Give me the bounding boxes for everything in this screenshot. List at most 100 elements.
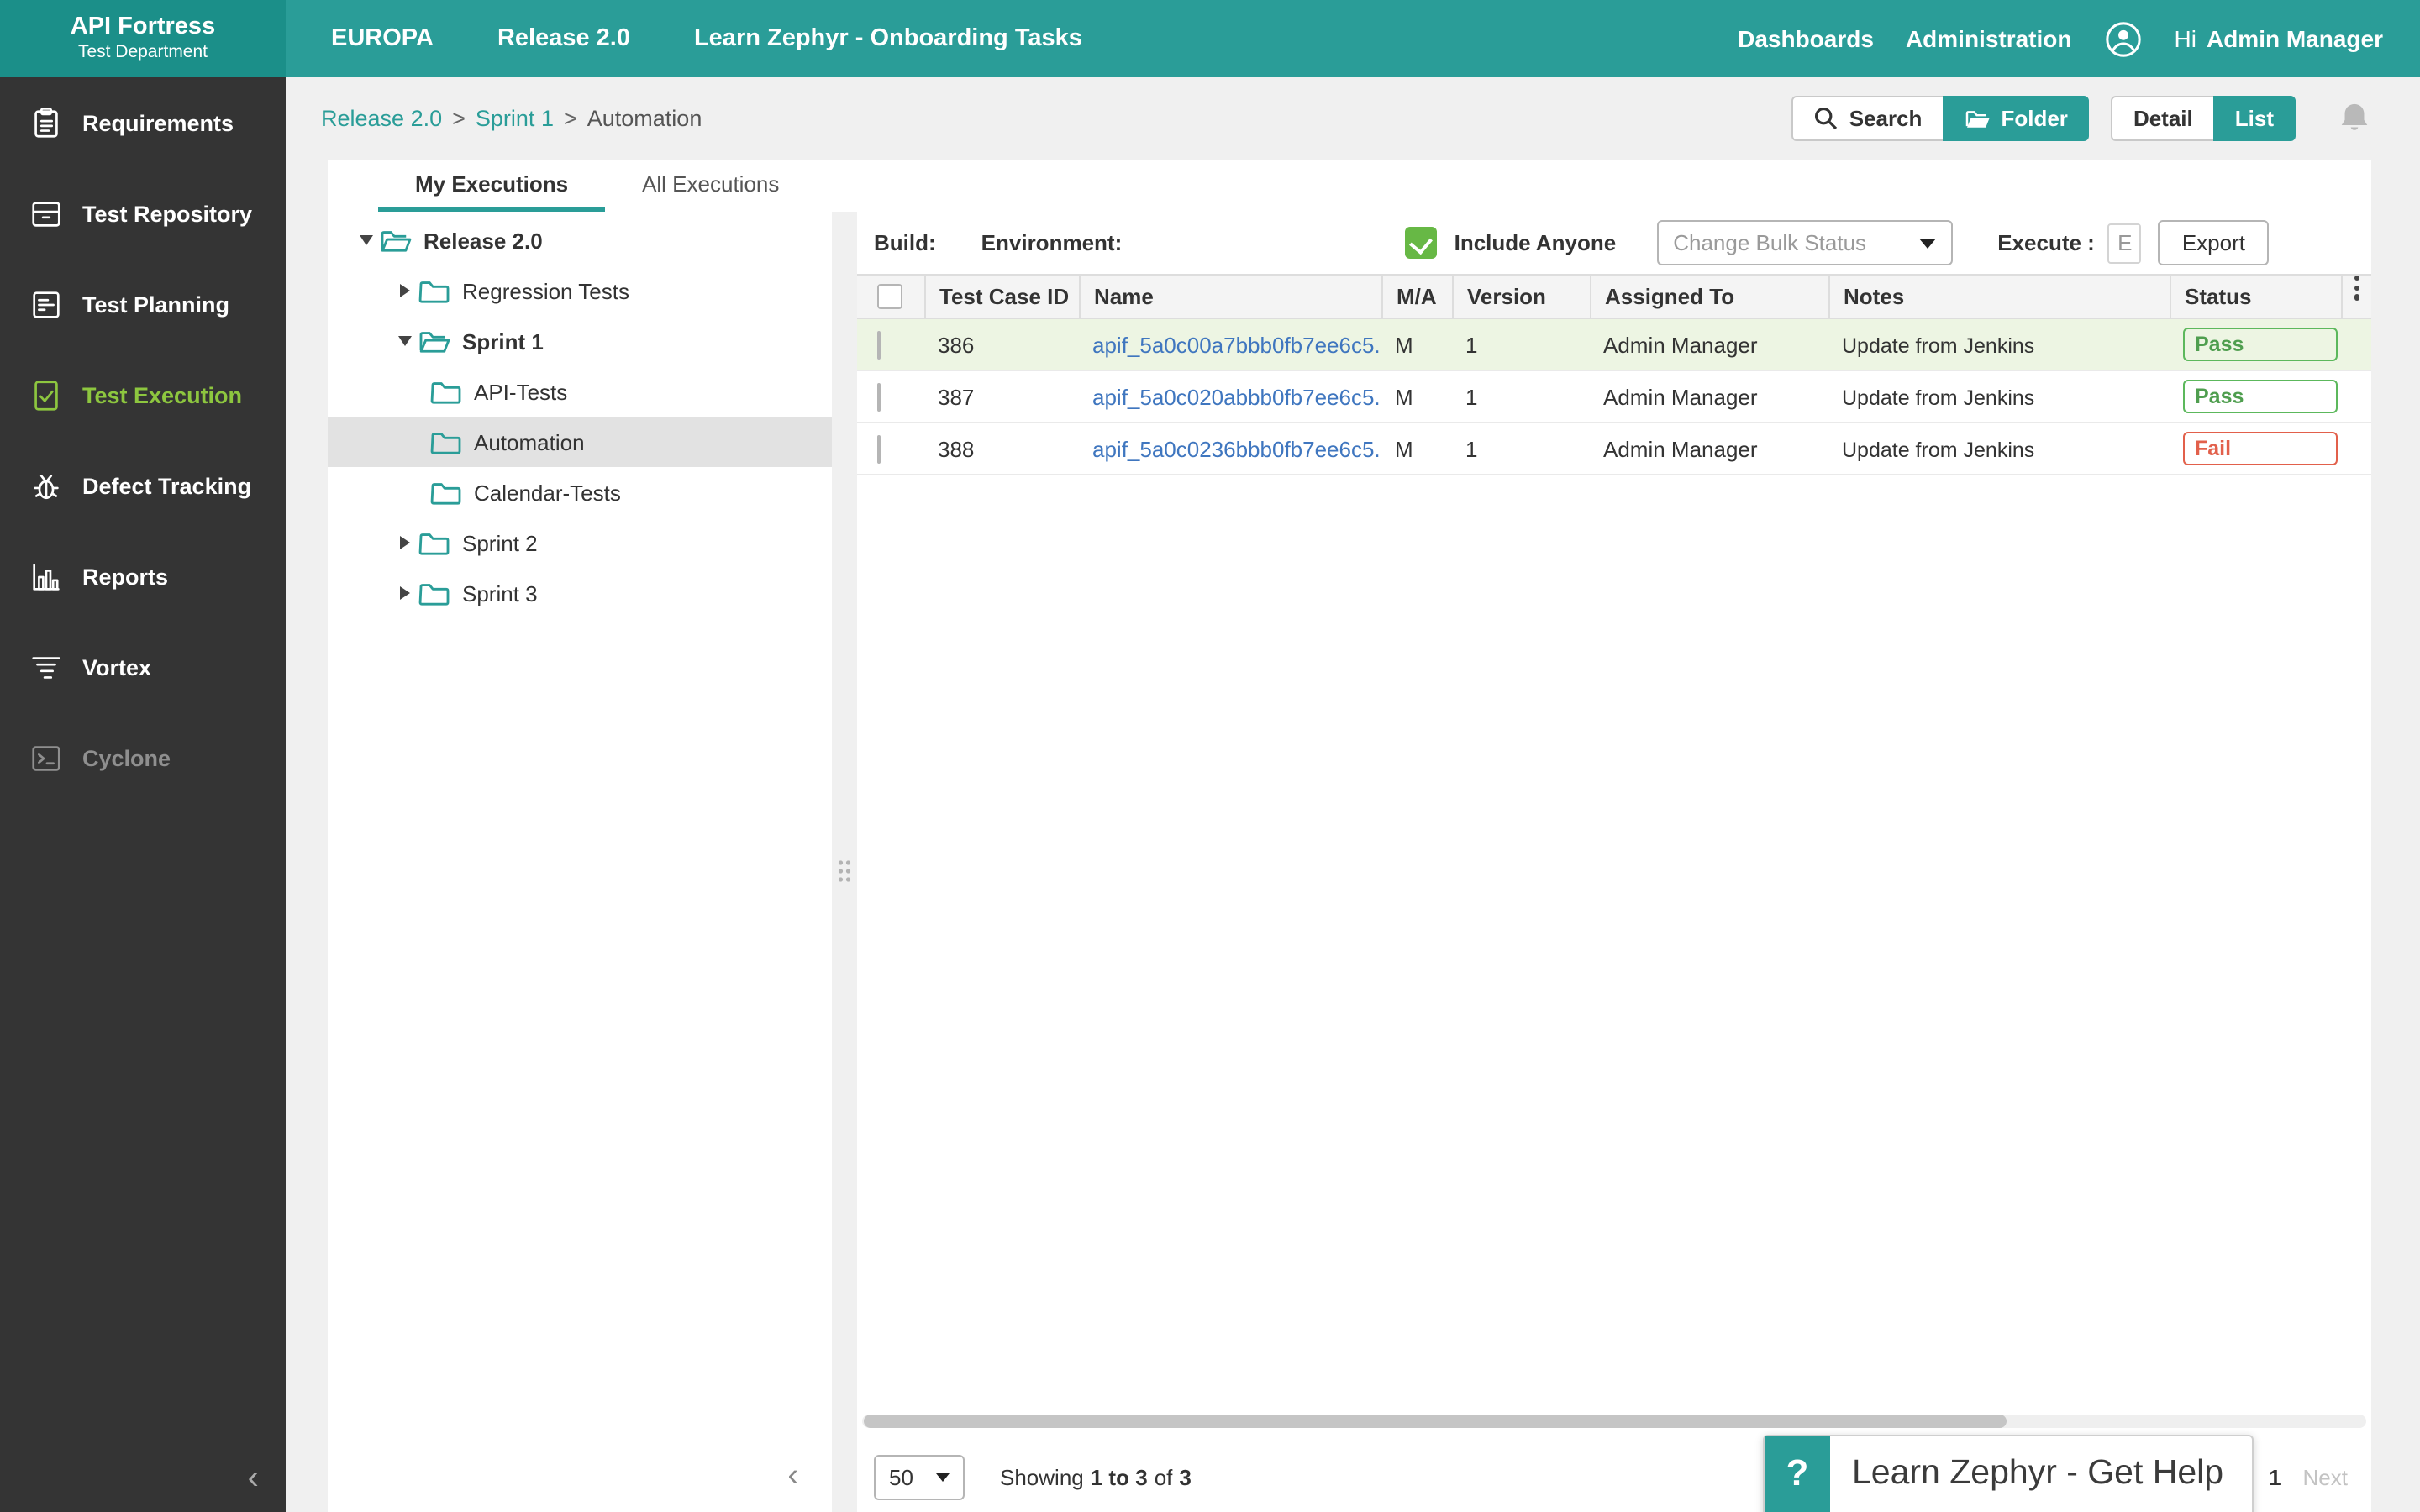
bar-chart-icon [29, 559, 64, 594]
row-checkbox[interactable] [877, 382, 881, 411]
column-header-notes[interactable]: Notes [1828, 276, 2170, 318]
assigned-to-value: Admin Manager [1590, 332, 1828, 357]
change-bulk-status-select[interactable]: Change Bulk Status [1656, 220, 1952, 265]
folder-icon [418, 529, 450, 556]
ma-value: M [1381, 436, 1452, 461]
administration-link[interactable]: Administration [1906, 25, 2072, 52]
select-all-checkbox[interactable] [877, 284, 902, 309]
assigned-to-value: Admin Manager [1590, 384, 1828, 409]
sidebar-item-test-planning[interactable]: Test Planning [0, 259, 286, 349]
execute-input[interactable]: E [2108, 223, 2142, 263]
list-view-button[interactable]: List [2213, 96, 2296, 141]
table-row[interactable]: 386 apif_5a0c00a7bbb0fb7ee6c5... M 1 Adm… [857, 319, 2371, 371]
column-header-assigned-to[interactable]: Assigned To [1590, 276, 1828, 318]
get-help-widget[interactable]: ? Learn Zephyr - Get Help [1763, 1435, 2254, 1512]
sidebar-item-test-repository[interactable]: Test Repository [0, 168, 286, 259]
page-size-select[interactable]: 50 [874, 1454, 965, 1499]
user-name: Admin Manager [2207, 25, 2383, 52]
column-header-ma[interactable]: M/A [1381, 276, 1452, 318]
tree-item-label: Sprint 2 [462, 530, 538, 555]
tree-item-sprint-1[interactable]: Sprint 1 [328, 316, 832, 366]
version-value: 1 [1452, 436, 1590, 461]
sidebar-item-label: Test Repository [82, 201, 252, 226]
row-checkbox[interactable] [877, 434, 881, 463]
sidebar-item-requirements[interactable]: Requirements [0, 77, 286, 168]
tree-item-label: Regression Tests [462, 278, 629, 303]
sidebar-item-label: Reports [82, 564, 168, 589]
sidebar-item-cyclone[interactable]: Cyclone [0, 712, 286, 803]
panel-divider [832, 212, 857, 1512]
greeting-text: Hi [2175, 25, 2196, 52]
status-badge[interactable]: Fail [2183, 432, 2338, 465]
tree-item-release-2-0[interactable]: Release 2.0 [328, 215, 832, 265]
sidebar-item-label: Vortex [82, 654, 151, 680]
chevron-right-icon[interactable] [392, 586, 418, 600]
export-button[interactable]: Export [2159, 220, 2269, 265]
chevron-down-icon[interactable] [392, 336, 418, 346]
column-header-version[interactable]: Version [1452, 276, 1590, 318]
sidebar-collapse-chevron-icon[interactable]: ‹ [248, 1462, 259, 1495]
table-row[interactable]: 388 apif_5a0c0236bbb0fb7ee6c5... M 1 Adm… [857, 423, 2371, 475]
user-greeting[interactable]: Hi Admin Manager [2175, 25, 2384, 52]
search-icon [1814, 106, 1839, 131]
sidebar-item-test-execution[interactable]: Test Execution [0, 349, 286, 440]
tab-all-executions[interactable]: All Executions [605, 160, 816, 212]
top-nav-learn-zephyr[interactable]: Learn Zephyr - Onboarding Tasks [694, 25, 1082, 52]
horizontal-scrollbar-thumb[interactable] [864, 1415, 2007, 1428]
planning-doc-icon [29, 286, 64, 322]
test-name-link[interactable]: apif_5a0c020abbb0fb7ee6c5... [1092, 384, 1381, 409]
breadcrumb-current: Automation [587, 106, 702, 131]
bug-icon [29, 468, 64, 503]
ma-value: M [1381, 384, 1452, 409]
sidebar-item-reports[interactable]: Reports [0, 531, 286, 622]
breadcrumb-sprint[interactable]: Sprint 1 [476, 106, 554, 131]
divider-drag-handle[interactable] [837, 858, 852, 884]
breadcrumb-release[interactable]: Release 2.0 [321, 106, 442, 131]
folder-view-button[interactable]: Folder [1942, 96, 2089, 141]
folder-icon [430, 428, 462, 455]
top-right-nav: Dashboards Administration Hi Admin Manag… [1738, 19, 2420, 58]
top-nav-release[interactable]: Release 2.0 [497, 25, 630, 52]
column-header-name[interactable]: Name [1079, 276, 1381, 318]
test-case-id: 388 [924, 436, 1079, 461]
test-name-link[interactable]: apif_5a0c00a7bbb0fb7ee6c5... [1092, 332, 1381, 357]
status-badge[interactable]: Pass [2183, 380, 2338, 413]
include-anyone-label: Include Anyone [1455, 230, 1617, 255]
chevron-right-icon[interactable] [392, 284, 418, 297]
tree-item-regression-tests[interactable]: Regression Tests [328, 265, 832, 316]
tab-label: My Executions [415, 171, 568, 196]
chevron-down-icon[interactable] [353, 235, 380, 245]
tree-item-automation[interactable]: Automation [328, 417, 832, 467]
sidebar-item-vortex[interactable]: Vortex [0, 622, 286, 712]
tree-item-label: Automation [474, 429, 585, 454]
sidebar-item-defect-tracking[interactable]: Defect Tracking [0, 440, 286, 531]
test-name-link[interactable]: apif_5a0c0236bbb0fb7ee6c5... [1092, 436, 1381, 461]
user-avatar-icon[interactable] [2104, 19, 2143, 58]
column-menu-kebab-icon[interactable] [2341, 276, 2371, 318]
tree-item-sprint-3[interactable]: Sprint 3 [328, 568, 832, 618]
tree-item-api-tests[interactable]: API-Tests [328, 366, 832, 417]
showing-summary: Showing 1 to 3 of 3 [1000, 1464, 1192, 1489]
status-badge[interactable]: Pass [2183, 328, 2338, 361]
execute-label: Execute : [1997, 230, 2095, 255]
top-nav-europa[interactable]: EUROPA [331, 25, 434, 52]
include-anyone-checkbox[interactable] [1406, 227, 1438, 259]
row-checkbox[interactable] [877, 330, 881, 359]
tree-item-label: Release 2.0 [424, 228, 543, 253]
search-button[interactable]: Search [1792, 96, 1944, 141]
detail-view-button[interactable]: Detail [2112, 96, 2215, 141]
tree-item-sprint-2[interactable]: Sprint 2 [328, 517, 832, 568]
column-header-test-case-id[interactable]: Test Case ID [924, 276, 1079, 318]
next-page-button[interactable]: Next [2303, 1464, 2348, 1489]
chevron-right-icon[interactable] [392, 536, 418, 549]
open-folder-icon [418, 328, 450, 354]
current-page-button[interactable]: 1 [2269, 1464, 2281, 1489]
column-header-status[interactable]: Status [2170, 276, 2341, 318]
tree-item-calendar-tests[interactable]: Calendar-Tests [328, 467, 832, 517]
tree-collapse-chevron-icon[interactable]: ‹ [787, 1458, 798, 1495]
table-row[interactable]: 387 apif_5a0c020abbb0fb7ee6c5... M 1 Adm… [857, 371, 2371, 423]
execution-controls-bar: Build: Environment: Include Anyone Chang… [857, 212, 2371, 274]
notifications-bell-icon[interactable] [2338, 101, 2371, 136]
tab-my-executions[interactable]: My Executions [378, 160, 605, 212]
dashboards-link[interactable]: Dashboards [1738, 25, 1874, 52]
